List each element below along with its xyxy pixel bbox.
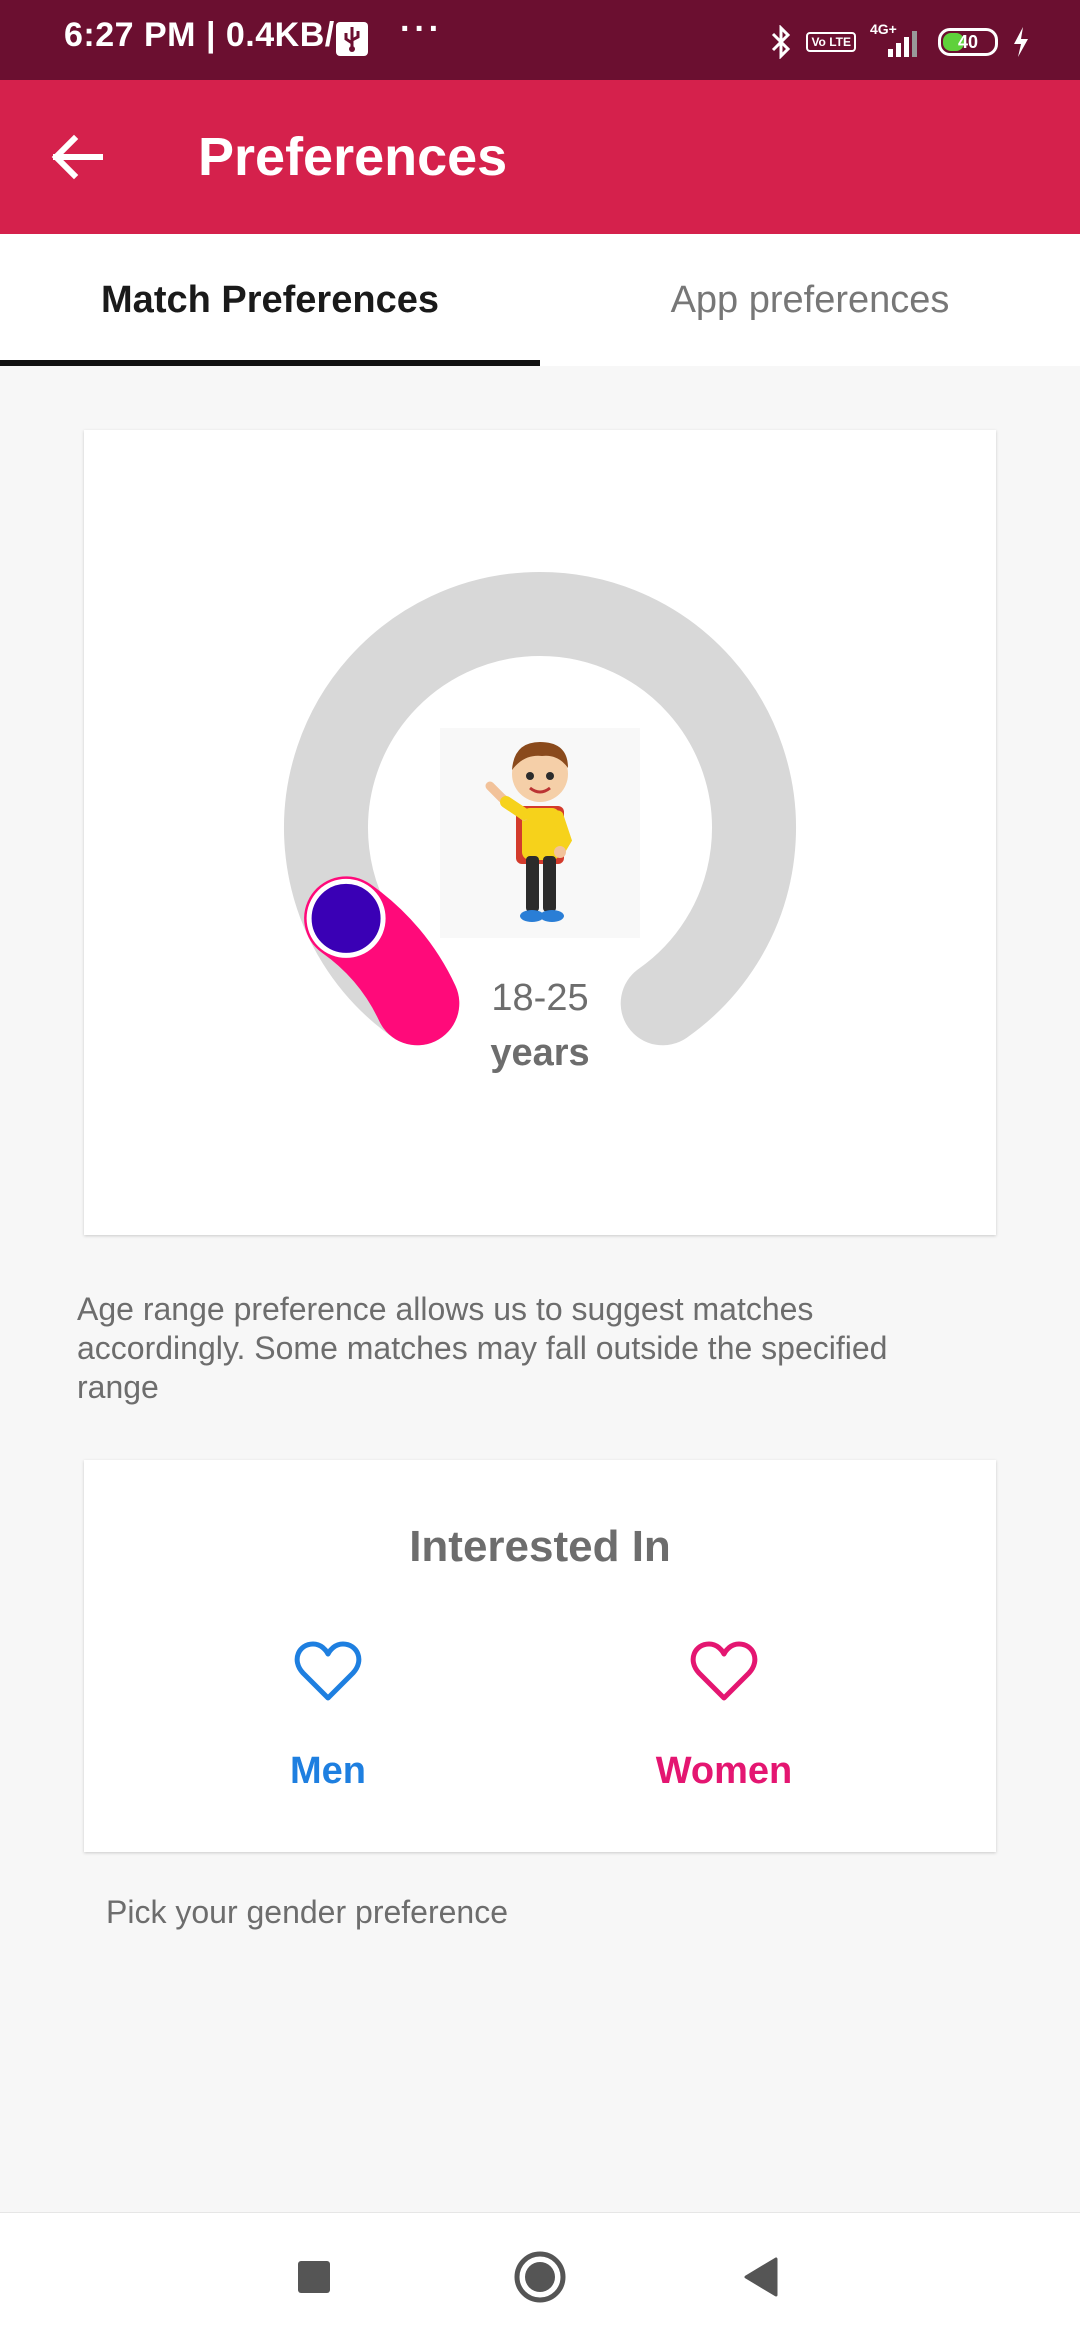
home-circle-icon — [514, 2251, 566, 2303]
bluetooth-icon — [772, 25, 791, 59]
option-men-label: Men — [290, 1750, 366, 1792]
child-illustration — [440, 728, 640, 938]
interested-in-title: Interested In — [409, 1522, 671, 1571]
charging-icon — [1014, 27, 1028, 57]
heart-outline-icon — [690, 1641, 758, 1701]
system-nav-bar — [0, 2212, 1080, 2341]
arrow-left-icon — [51, 134, 103, 180]
interested-in-card: Interested In Men Women — [84, 1460, 996, 1852]
age-range-description: Age range preference allows us to sugges… — [77, 1291, 888, 1405]
recents-square-icon — [298, 2261, 330, 2293]
tab-indicator — [0, 360, 540, 366]
battery-level: 40 — [957, 32, 979, 52]
status-bar: 6:27 PM | 0.4KB/s ··· Vo LTE 4G+ 40 — [0, 0, 1080, 80]
volte-icon: Vo LTE — [806, 32, 856, 52]
age-range-unit: years — [490, 1032, 590, 1074]
back-nav-button[interactable] — [730, 2245, 794, 2309]
home-button[interactable] — [508, 2245, 572, 2309]
back-button[interactable] — [40, 120, 114, 194]
gender-preference-description: Pick your gender preference — [106, 1894, 508, 1930]
option-women[interactable]: Women — [614, 1640, 834, 1840]
recents-button[interactable] — [282, 2245, 346, 2309]
tab-match-preferences[interactable]: Match Preferences — [0, 234, 540, 366]
battery-icon: 40 — [938, 28, 998, 56]
tab-app-preferences[interactable]: App preferences — [540, 234, 1080, 366]
app-bar: Preferences — [0, 80, 1080, 234]
option-women-label: Women — [655, 1750, 793, 1792]
page-title: Preferences — [198, 127, 508, 187]
usb-icon — [336, 22, 368, 56]
more-notifications-icon: ··· — [400, 10, 443, 48]
age-slider-thumb[interactable] — [306, 878, 386, 958]
option-men[interactable]: Men — [218, 1640, 438, 1840]
age-range-value: 18-25 — [491, 977, 589, 1019]
tab-bar: Match Preferences App preferences — [0, 234, 1080, 366]
status-time-speed: 6:27 PM | 0.4KB/s — [64, 16, 355, 54]
back-triangle-icon — [744, 2257, 778, 2297]
age-range-card: 18-25 years — [84, 430, 996, 1235]
heart-outline-icon — [294, 1641, 362, 1701]
status-icons: Vo LTE 4G+ 40 — [770, 21, 1030, 62]
signal-icon: 4G+ — [870, 21, 924, 59]
